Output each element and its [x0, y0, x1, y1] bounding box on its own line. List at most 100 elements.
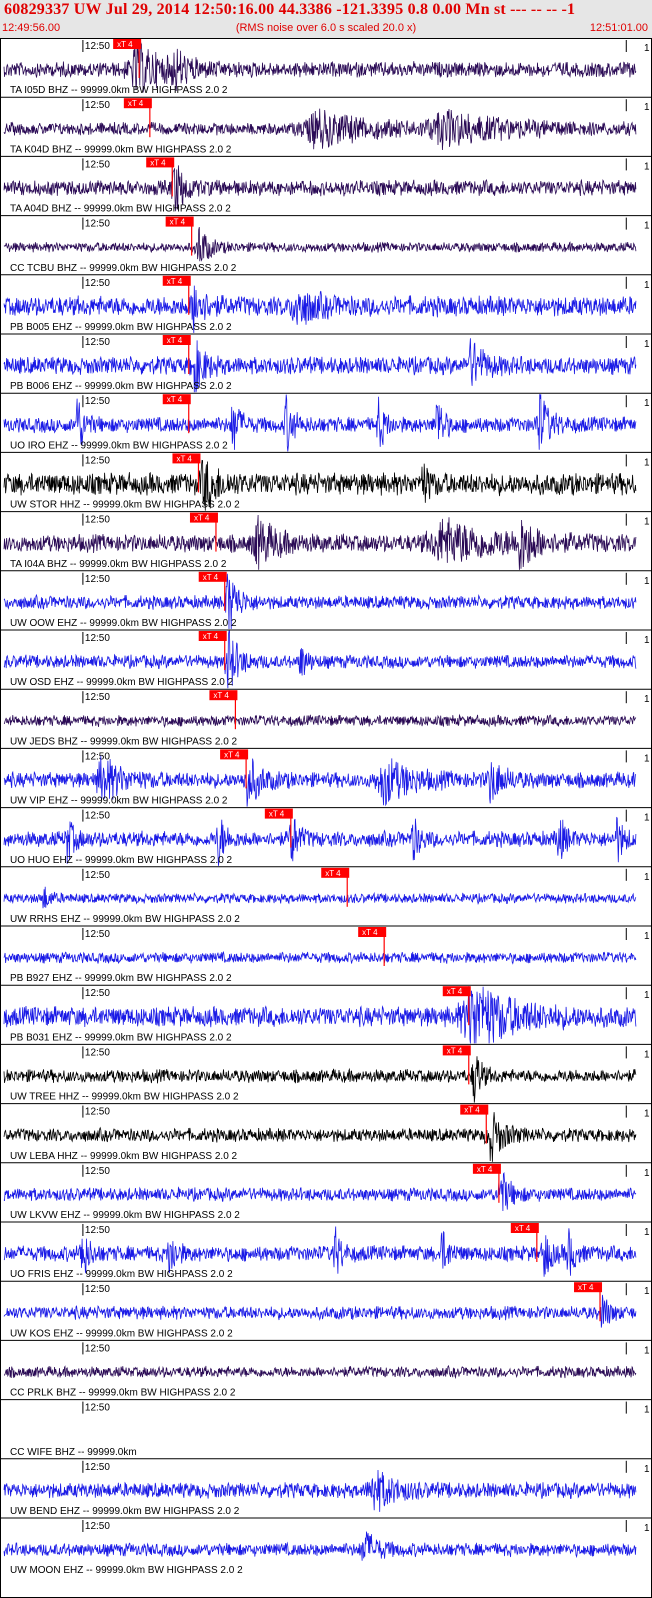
trace-26-tick-label: 12:50 [85, 1521, 110, 1532]
trace-7-pick-label: xT 4 [167, 395, 183, 404]
trace-1-station-label: TA I05D BHZ -- 99999.0km BW HIGHPASS 2.0… [10, 85, 228, 96]
trace-7-station-label: UO IRO EHZ -- 99999.0km BW HIGHPASS 2.0 … [10, 440, 228, 451]
trace-26-tick-right-label: 1 [644, 1523, 650, 1534]
trace-2-tick-label: 12:50 [85, 100, 110, 111]
trace-2-station-label: TA K04D BHZ -- 99999.0km BW HIGHPASS 2.0… [10, 144, 232, 155]
trace-13-station-label: UW VIP EHZ -- 99999.0km BW HIGHPASS 2.0 … [10, 796, 228, 807]
trace-15-tick-label: 12:50 [85, 870, 110, 881]
trace-16-pick-label: xT 4 [362, 928, 378, 937]
trace-25-tick-right-label: 1 [644, 1464, 650, 1475]
trace-4-waveform [3, 227, 637, 262]
header-bar: 60829337 UW Jul 29, 2014 12:50:16.00 44.… [0, 0, 652, 38]
trace-15-pick-label: xT 4 [325, 869, 341, 878]
trace-22-pick-label: xT 4 [578, 1283, 594, 1292]
trace-21-station-label: UO FRIS EHZ -- 99999.0km BW HIGHPASS 2.0… [10, 1269, 233, 1280]
trace-10-tick-right-label: 1 [644, 576, 650, 587]
trace-20-tick-label: 12:50 [85, 1166, 110, 1177]
trace-19-station-label: UW LEBA HHZ -- 99999.0km BW HIGHPASS 2.0… [10, 1151, 238, 1162]
trace-19-tick-right-label: 1 [644, 1109, 650, 1120]
trace-21-pick-label: xT 4 [515, 1224, 531, 1233]
trace-9-tick-label: 12:50 [85, 515, 110, 526]
trace-22-station-label: UW KOS EHZ -- 99999.0km BW HIGHPASS 2.0 … [10, 1328, 233, 1339]
trace-7-tick-label: 12:50 [85, 396, 110, 407]
trace-10-pick-label: xT 4 [203, 573, 219, 582]
trace-18-tick-right-label: 1 [644, 1049, 650, 1060]
trace-12-tick-right-label: 1 [644, 694, 650, 705]
trace-17-station-label: PB B031 EHZ -- 99999.0km BW HIGHPASS 2.0… [10, 1032, 232, 1043]
trace-9-tick-right-label: 1 [644, 517, 650, 528]
trace-20-tick-right-label: 1 [644, 1168, 650, 1179]
trace-8-station-label: UW STOR HHZ -- 99999.0km BW HIGHPASS 2.0… [10, 500, 240, 511]
trace-20-pick-label: xT 4 [477, 1165, 493, 1174]
trace-15-waveform [3, 886, 637, 909]
trace-8-tick-right-label: 1 [644, 457, 650, 468]
trace-12-pick-label: xT 4 [213, 691, 229, 700]
trace-14-pick-label: xT 4 [269, 810, 285, 819]
trace-23-tick-label: 12:50 [85, 1343, 110, 1354]
trace-11-station-label: UW OSD EHZ -- 99999.0km BW HIGHPASS 2.0 … [10, 677, 234, 688]
trace-7-tick-right-label: 1 [644, 398, 650, 409]
event-title: 60829337 UW Jul 29, 2014 12:50:16.00 44.… [4, 1, 576, 18]
trace-16-tick-right-label: 1 [644, 931, 650, 942]
trace-25-tick-label: 12:50 [85, 1462, 110, 1473]
trace-3-tick-label: 12:50 [85, 159, 110, 170]
trace-10-tick-label: 12:50 [85, 574, 110, 585]
trace-10-station-label: UW OOW EHZ -- 99999.0km BW HIGHPASS 2.0 … [10, 618, 237, 629]
trace-5-tick-right-label: 1 [644, 280, 650, 291]
trace-15-tick-right-label: 1 [644, 872, 650, 883]
trace-1-tick-label: 12:50 [85, 41, 110, 52]
trace-18-tick-label: 12:50 [85, 1047, 110, 1058]
trace-11-tick-label: 12:50 [85, 633, 110, 644]
trace-22-tick-right-label: 1 [644, 1286, 650, 1297]
trace-23-station-label: CC PRLK BHZ -- 99999.0km BW HIGHPASS 2.0… [10, 1388, 236, 1399]
trace-12-waveform [3, 713, 637, 729]
trace-16-waveform [3, 950, 637, 965]
trace-12-station-label: UW JEDS BHZ -- 99999.0km BW HIGHPASS 2.0… [10, 736, 238, 747]
trace-5-tick-label: 12:50 [85, 278, 110, 289]
trace-6-tick-label: 12:50 [85, 337, 110, 348]
trace-22-waveform [3, 1294, 637, 1328]
trace-14-tick-right-label: 1 [644, 813, 650, 824]
trace-6-tick-right-label: 1 [644, 339, 650, 350]
trace-16-tick-label: 12:50 [85, 929, 110, 940]
trace-8-pick-label: xT 4 [176, 454, 192, 463]
trace-2-pick-label: xT 4 [128, 99, 144, 108]
trace-24-station-label: CC WIFE BHZ -- 99999.0km [10, 1447, 137, 1458]
trace-16-station-label: PB B927 EHZ -- 99999.0km BW HIGHPASS 2.0… [10, 973, 232, 984]
trace-19-pick-label: xT 4 [464, 1106, 480, 1115]
trace-19-tick-label: 12:50 [85, 1107, 110, 1118]
trace-4-station-label: CC TCBU BHZ -- 99999.0km BW HIGHPASS 2.0… [10, 263, 237, 274]
trace-14-tick-label: 12:50 [85, 811, 110, 822]
trace-17-tick-label: 12:50 [85, 988, 110, 999]
trace-21-tick-label: 12:50 [85, 1225, 110, 1236]
end-time-label: 12:51:01.00 [589, 22, 648, 34]
trace-13-tick-right-label: 1 [644, 753, 650, 764]
trace-12-tick-label: 12:50 [85, 692, 110, 703]
trace-11-tick-right-label: 1 [644, 635, 650, 646]
trace-9-pick-label: xT 4 [194, 514, 210, 523]
trace-17-pick-label: xT 4 [447, 987, 463, 996]
trace-18-station-label: UW TREE HHZ -- 99999.0km BW HIGHPASS 2.0… [10, 1092, 239, 1103]
trace-24-tick-right-label: 1 [644, 1405, 650, 1416]
trace-21-tick-right-label: 1 [644, 1227, 650, 1238]
trace-5-station-label: PB B005 EHZ -- 99999.0km BW HIGHPASS 2.0… [10, 322, 232, 333]
trace-20-waveform [3, 1171, 637, 1212]
trace-2-tick-right-label: 1 [644, 102, 650, 113]
trace-3-tick-right-label: 1 [644, 161, 650, 172]
trace-3-pick-label: xT 4 [150, 158, 166, 167]
trace-24-tick-label: 12:50 [85, 1403, 110, 1414]
trace-20-station-label: UW LKVW EHZ -- 99999.0km BW HIGHPASS 2.0… [10, 1210, 240, 1221]
trace-22-tick-label: 12:50 [85, 1284, 110, 1295]
trace-6-pick-label: xT 4 [167, 336, 183, 345]
trace-8-tick-label: 12:50 [85, 455, 110, 466]
trace-25-station-label: UW BEND EHZ -- 99999.0km BW HIGHPASS 2.0… [10, 1506, 240, 1517]
trace-9-station-label: TA I04A BHZ -- 99999.0km BW HIGHPASS 2.0… [10, 559, 227, 570]
trace-1-pick-label: xT 4 [117, 40, 133, 49]
seismogram-plot: 12:50 1 xT 4 TA I05D BHZ -- 99999.0km BW HI… [0, 38, 652, 1598]
trace-6-station-label: PB B006 EHZ -- 99999.0km BW HIGHPASS 2.0… [10, 381, 232, 392]
rms-noise-subtitle: (RMS noise over 6.0 s scaled 20.0 x) [235, 22, 417, 34]
trace-23-waveform [3, 1364, 637, 1380]
trace-14-station-label: UO HUO EHZ -- 99999.0km BW HIGHPASS 2.0 … [10, 855, 233, 866]
trace-15-station-label: UW RRHS EHZ -- 99999.0km BW HIGHPASS 2.0… [10, 914, 240, 925]
trace-3-station-label: TA A04D BHZ -- 99999.0km BW HIGHPASS 2.0… [10, 204, 231, 215]
